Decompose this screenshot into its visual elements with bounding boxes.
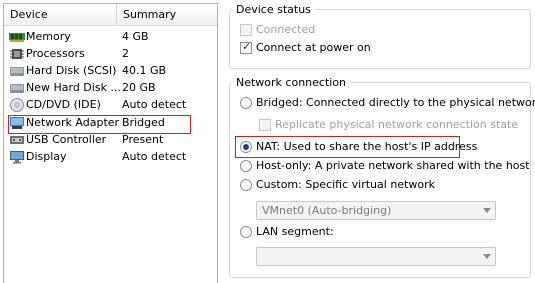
display-icon [10, 151, 24, 164]
device-row-cd-dvd[interactable]: CD/DVD (IDE) Auto detect [4, 97, 217, 113]
radio-selected-dot [243, 144, 249, 150]
vmnet-dropdown-value: VMnet0 (Auto-bridging) [262, 204, 392, 217]
device-name: CD/DVD (IDE) [26, 98, 101, 111]
bridged-label: Bridged: Connected directly to the physi… [256, 96, 535, 109]
lan-segment-radio[interactable] [240, 226, 252, 238]
device-summary: 4 GB [122, 30, 149, 43]
device-summary: 40.1 GB [122, 64, 167, 77]
device-row-processors[interactable]: Processors 2 [4, 46, 217, 62]
vmnet-dropdown[interactable]: VMnet0 (Auto-bridging) [256, 201, 496, 220]
processor-icon [10, 49, 24, 59]
hard-disk-icon [10, 84, 24, 93]
lan-segment-dropdown[interactable] [256, 247, 496, 266]
cd-dvd-icon [10, 98, 24, 112]
device-name: USB Controller [26, 133, 107, 146]
host-only-label: Host-only: A private network shared with… [256, 159, 530, 172]
connected-checkbox[interactable] [240, 24, 252, 36]
device-summary: 2 [122, 47, 129, 60]
memory-icon [9, 33, 25, 42]
chevron-down-icon [483, 208, 491, 213]
nat-radio[interactable] [240, 141, 252, 153]
bridged-radio[interactable] [240, 97, 252, 109]
lan-segment-label: LAN segment: [256, 225, 334, 238]
replicate-state-label: Replicate physical network connection st… [275, 118, 519, 131]
network-connection-title: Network connection [232, 76, 351, 89]
device-list: Device Summary Memory 4 GB Processors 2 … [3, 3, 218, 283]
custom-label: Custom: Specific virtual network [256, 178, 435, 191]
device-name: Processors [26, 47, 85, 60]
custom-radio[interactable] [240, 179, 252, 191]
device-row-hard-disk-scsi[interactable]: Hard Disk (SCSI) 40.1 GB [4, 63, 217, 79]
chevron-down-icon [483, 254, 491, 259]
column-header-device[interactable]: Device [4, 4, 117, 25]
device-row-usb-controller[interactable]: USB Controller Present [4, 132, 217, 148]
hard-disk-icon [10, 67, 24, 76]
device-row-new-hard-disk[interactable]: New Hard Disk ... 20 GB [4, 80, 217, 96]
device-status-title: Device status [232, 3, 315, 16]
device-row-memory[interactable]: Memory 4 GB [4, 29, 217, 45]
connect-at-power-on-label: Connect at power on [256, 41, 371, 54]
device-name: New Hard Disk ... [26, 81, 121, 94]
device-name: Memory [26, 30, 71, 43]
device-list-header: Device Summary [4, 4, 217, 26]
device-summary: Auto detect [122, 150, 187, 163]
host-only-radio[interactable] [240, 160, 252, 172]
replicate-state-checkbox[interactable] [259, 119, 271, 131]
device-summary: Present [122, 133, 164, 146]
usb-icon [10, 136, 24, 144]
device-name: Display [26, 150, 67, 163]
connect-at-power-on-checkbox[interactable]: ✓ [240, 40, 252, 54]
device-summary: Auto detect [122, 98, 187, 111]
connected-label: Connected [256, 23, 316, 36]
device-status-group [229, 9, 531, 69]
nat-label: NAT: Used to share the host's IP address [256, 140, 478, 153]
checkmark-icon: ✓ [242, 40, 252, 53]
network-adapter-highlight-box [8, 115, 191, 134]
device-summary: 20 GB [122, 81, 156, 94]
device-row-display[interactable]: Display Auto detect [4, 149, 217, 165]
device-name: Hard Disk (SCSI) [26, 64, 117, 77]
column-header-summary[interactable]: Summary [117, 4, 217, 25]
